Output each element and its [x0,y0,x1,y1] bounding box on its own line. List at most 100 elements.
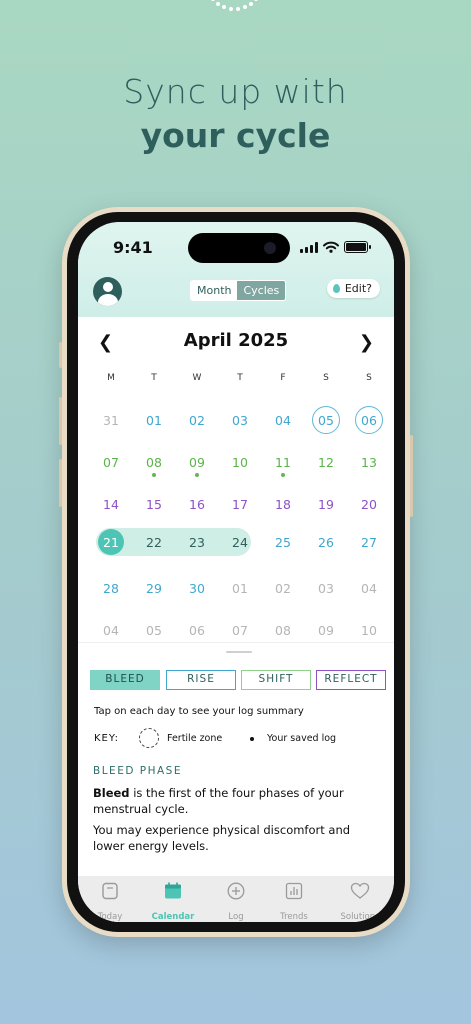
calendar-day[interactable]: 01 [219,575,261,603]
calendar-day[interactable]: 15 [133,491,175,519]
month-toggle-button[interactable]: Month [191,281,238,300]
calendar-day-number: 12 [318,455,334,470]
calendar-day[interactable]: 13 [348,449,390,477]
weekday-label: T [151,373,157,383]
calendar-day[interactable]: 10 [219,449,261,477]
cellular-signal-icon [300,241,318,253]
calendar-day-number: 04 [361,581,377,596]
phase-button-bleed[interactable]: BLEED [90,670,160,690]
tab-today[interactable]: Today [80,876,140,922]
calendar-day[interactable]: 06 [176,617,218,645]
calendar-day[interactable]: 04 [262,407,304,435]
calendar-day[interactable]: 19 [305,491,347,519]
calendar-day[interactable]: 27 [348,529,390,557]
camera-icon [264,242,276,254]
calendar-day-number: 06 [361,413,377,428]
calendar-day[interactable]: 25 [262,529,304,557]
calendar-day[interactable]: 29 [133,575,175,603]
edit-button[interactable]: Edit? [326,279,380,298]
calendar-day[interactable]: 14 [90,491,132,519]
calendar-day[interactable]: 09 [176,449,218,477]
calendar-day-number: 04 [103,623,119,638]
tab-trends-label: Trends [280,912,308,922]
calendar-day[interactable]: 18 [262,491,304,519]
calendar-day[interactable]: 23 [176,529,218,557]
tab-trends[interactable]: Trends [264,876,324,922]
calendar-day[interactable]: 12 [305,449,347,477]
phase-button-reflect[interactable]: REFLECT [316,670,386,690]
calendar-day-number: 01 [146,413,162,428]
headline-line-1: Sync up with [123,72,348,111]
phase-description-bold: Bleed [93,786,130,800]
calendar-day-number: 22 [146,535,162,550]
calendar-day[interactable]: 11 [262,449,304,477]
calendar-day-number: 20 [361,497,377,512]
calendar-day[interactable]: 28 [90,575,132,603]
calendar-day[interactable]: 21 [90,529,132,557]
saved-log-key-icon [250,737,254,741]
calendar-day[interactable]: 31 [90,407,132,435]
calendar-day[interactable]: 20 [348,491,390,519]
tab-calendar[interactable]: Calendar [143,876,203,922]
chart-icon [285,882,303,900]
calendar-day-number: 27 [361,535,377,550]
calendar-day-number: 30 [189,581,205,596]
phone-power-button [410,435,413,517]
calendar-day[interactable]: 02 [262,575,304,603]
calendar-day-number: 21 [103,535,119,550]
saved-log-dot-icon [281,473,285,477]
cycles-toggle-button[interactable]: Cycles [237,281,286,300]
next-month-chevron-icon[interactable]: ❯ [359,332,374,353]
calendar-day[interactable]: 08 [262,617,304,645]
droplet-icon [332,284,340,293]
calendar-day-number: 15 [146,497,162,512]
calendar-day[interactable]: 07 [219,617,261,645]
weekday-label: M [107,373,115,383]
calendar-day[interactable]: 07 [90,449,132,477]
calendar-day[interactable]: 05 [133,617,175,645]
calendar-day-number: 25 [275,535,291,550]
sheet-grabber-handle[interactable] [226,651,252,653]
profile-avatar-icon[interactable] [93,277,122,306]
calendar-day[interactable]: 03 [305,575,347,603]
calendar-day[interactable]: 03 [219,407,261,435]
weekday-label: F [280,373,286,383]
calendar-day-number: 03 [232,413,248,428]
weekday-label: S [366,373,372,383]
calendar-day[interactable]: 06 [348,406,390,435]
bottom-tab-bar: Today Calendar Log Trends Solutions [78,876,394,922]
calendar-day[interactable]: 01 [133,407,175,435]
calendar-day[interactable]: 04 [348,575,390,603]
calendar-day[interactable]: 16 [176,491,218,519]
calendar-day[interactable]: 02 [176,407,218,435]
headline: Sync up with your cycle [0,70,471,158]
calendar-day-number: 04 [275,413,291,428]
wifi-icon [323,241,339,253]
calendar-day-number: 09 [318,623,334,638]
calendar-day[interactable]: 17 [219,491,261,519]
edit-button-label: Edit? [344,282,372,295]
calendar-day-number: 14 [103,497,119,512]
calendar-day[interactable]: 22 [133,529,175,557]
calendar-day-number: 29 [146,581,162,596]
calendar-day[interactable]: 10 [348,617,390,645]
calendar-day-number: 08 [146,455,162,470]
calendar-day-number: 01 [232,581,248,596]
phase-button-shift[interactable]: SHIFT [241,670,311,690]
view-toggle: Month Cycles [190,280,287,301]
calendar-day[interactable]: 04 [90,617,132,645]
calendar-day[interactable]: 05 [305,406,347,435]
calendar-day[interactable]: 24 [219,529,261,557]
tab-log[interactable]: Log [206,876,266,922]
calendar-day-number: 05 [318,413,334,428]
calendar-day[interactable]: 26 [305,529,347,557]
calendar-day[interactable]: 30 [176,575,218,603]
tab-solutions[interactable]: Solutions [330,876,390,922]
headline-line-2: your cycle [140,116,331,155]
fertile-zone-key-label: Fertile zone [167,733,223,744]
calendar-day[interactable]: 09 [305,617,347,645]
calendar-day[interactable]: 08 [133,449,175,477]
phase-button-rise[interactable]: RISE [166,670,236,690]
calendar-day-number: 05 [146,623,162,638]
calendar-day-number: 08 [275,623,291,638]
